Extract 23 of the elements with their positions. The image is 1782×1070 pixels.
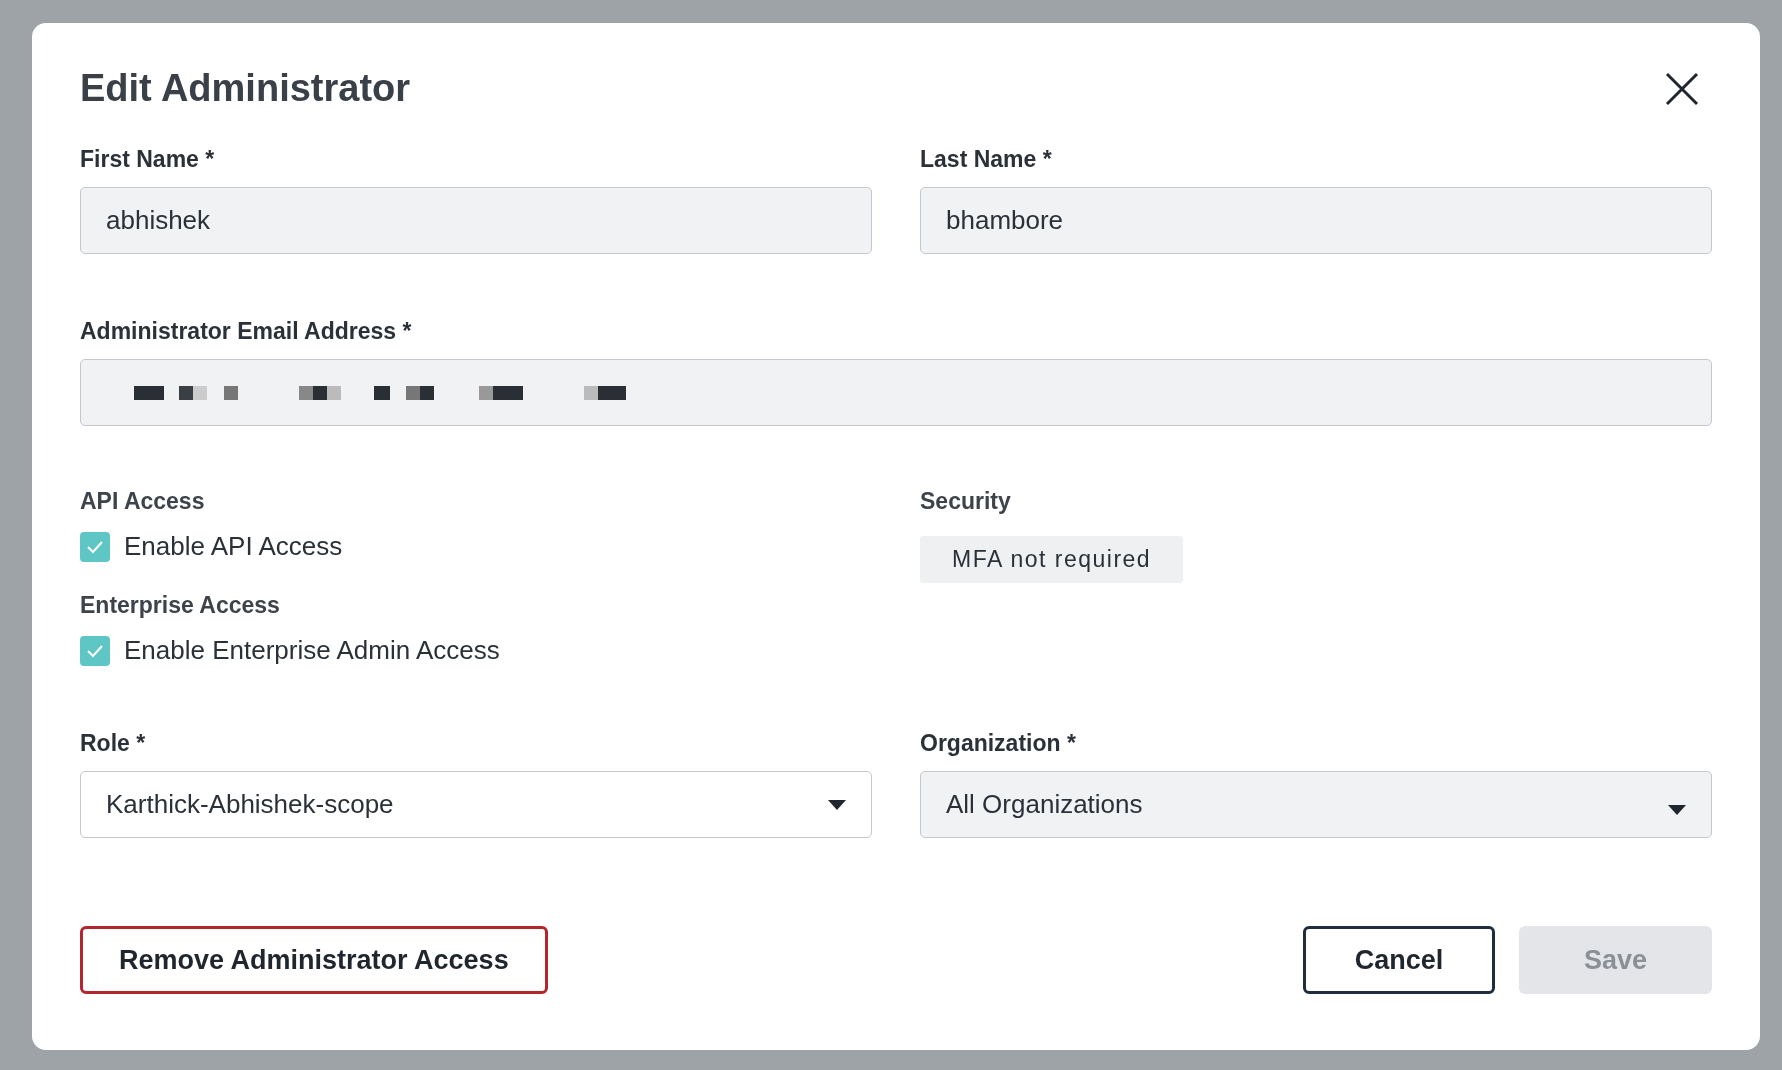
- checkbox[interactable]: [80, 531, 110, 562]
- checkbox-label: Enable Enterprise Admin Access: [124, 635, 500, 666]
- remove-button[interactable]: Remove Administrator Access: [80, 926, 548, 994]
- check-icon: [86, 643, 104, 658]
- field-label: Administrator Email Address *: [80, 318, 413, 345]
- dropdown[interactable]: Karthick-Abhishek-scope: [80, 771, 872, 838]
- section-heading: API Access: [80, 488, 206, 515]
- section-heading: Enterprise Access: [80, 592, 281, 619]
- check-icon: [86, 539, 104, 554]
- cancel-button[interactable]: Cancel: [1303, 926, 1495, 994]
- caret-icon: [1668, 804, 1686, 815]
- checkbox[interactable]: [80, 635, 110, 666]
- dialog-title: Edit Administrator: [80, 67, 411, 110]
- status-badge: MFA not required: [920, 536, 1184, 583]
- caret-icon: [828, 799, 846, 810]
- close-button[interactable]: [1664, 70, 1700, 107]
- field-label: Organization *: [920, 730, 1077, 757]
- checkbox-label: Enable API Access: [124, 531, 343, 562]
- field-label: Role *: [80, 730, 147, 757]
- section-heading: Security: [920, 488, 1012, 515]
- field-label: First Name *: [80, 146, 216, 173]
- close-icon: [1664, 70, 1700, 107]
- field-label: Last Name *: [920, 146, 1053, 173]
